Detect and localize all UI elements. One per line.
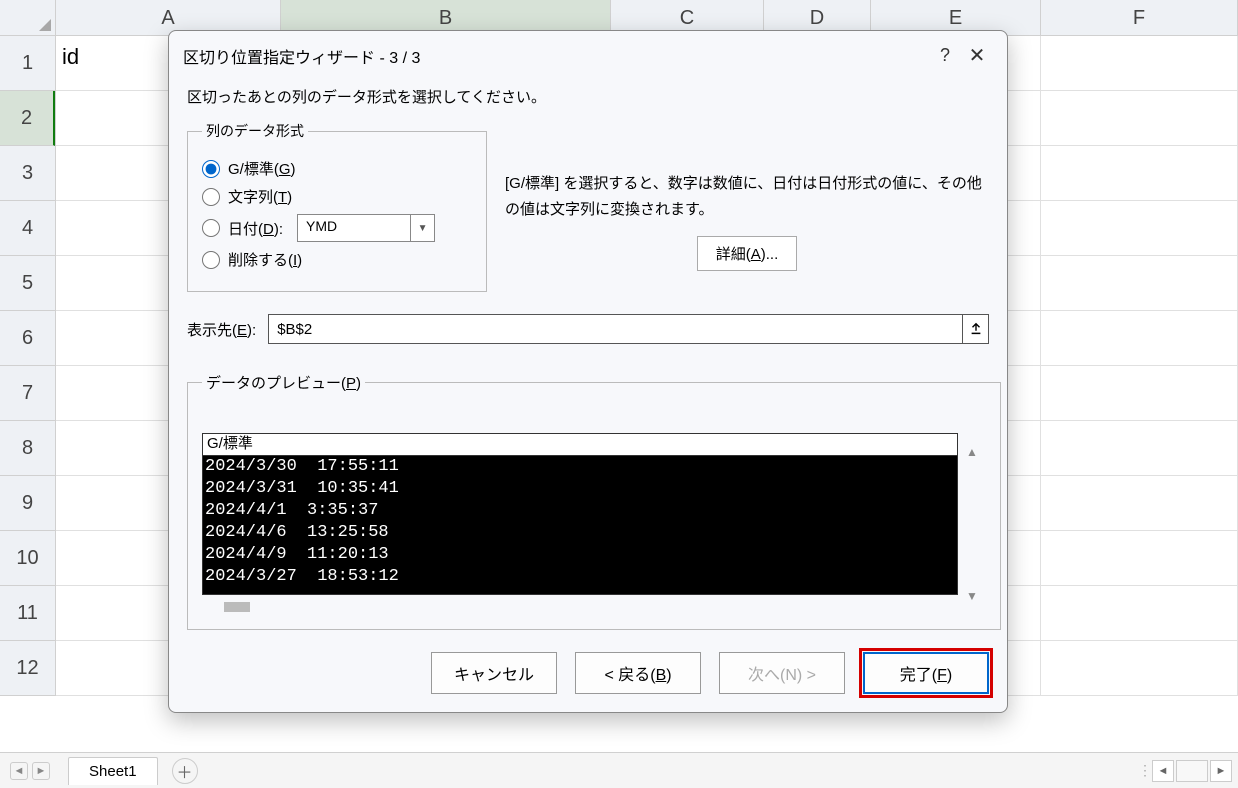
next-button: 次へ(N) >	[719, 652, 845, 694]
select-all-corner[interactable]	[0, 0, 56, 35]
plus-icon: ＋	[177, 759, 193, 783]
row-header-9[interactable]: 9	[0, 476, 55, 531]
preview-legend: データのプレビュー(P)	[202, 372, 365, 393]
chevron-down-icon[interactable]: ▼	[410, 215, 434, 241]
date-format-select[interactable]: YMD ▼	[297, 214, 435, 242]
format-hint-text: [G/標準] を選択すると、数字は数値に、日付は日付形式の値に、その他の値は文字…	[505, 171, 989, 222]
row-header-5[interactable]: 5	[0, 256, 55, 311]
radio-general[interactable]: G/標準(G)	[202, 158, 472, 179]
radio-text-label: 文字列(T)	[228, 186, 292, 207]
close-button[interactable]: ✕	[961, 43, 993, 68]
radio-date[interactable]: 日付(D): YMD ▼	[202, 214, 472, 242]
radio-date-label: 日付(D):	[228, 218, 283, 239]
radio-skip[interactable]: 削除する(I)	[202, 249, 472, 270]
destination-input[interactable]	[269, 315, 962, 343]
advanced-button[interactable]: 詳細(A)...	[697, 236, 798, 271]
destination-input-wrapper	[268, 314, 989, 344]
scroll-track[interactable]	[1176, 760, 1208, 782]
collapse-dialog-icon	[969, 322, 983, 336]
sheet-tab-1[interactable]: Sheet1	[68, 757, 158, 785]
dialog-titlebar[interactable]: 区切り位置指定ウィザード - 3 / 3 ? ✕	[169, 31, 1007, 80]
row-header-10[interactable]: 10	[0, 531, 55, 586]
range-picker-button[interactable]	[962, 315, 988, 343]
radio-general-input[interactable]	[202, 160, 220, 178]
scrollbar-grip-icon[interactable]: ⋮	[1138, 762, 1150, 779]
row-header-8[interactable]: 8	[0, 421, 55, 476]
scroll-down-icon[interactable]: ▼	[966, 589, 978, 603]
row-headers: 1 2 3 4 5 6 7 8 9 10 11 12	[0, 36, 56, 696]
radio-skip-label: 削除する(I)	[228, 249, 302, 270]
cell-F1[interactable]	[1041, 36, 1238, 90]
radio-general-label: G/標準(G)	[228, 158, 296, 179]
radio-date-input[interactable]	[202, 219, 220, 237]
scroll-up-icon[interactable]: ▲	[966, 445, 978, 459]
preview-h-thumb[interactable]	[224, 602, 250, 612]
scroll-left-button[interactable]: ◄	[1152, 760, 1174, 782]
scroll-right-button[interactable]: ►	[1210, 760, 1232, 782]
preview-h-scrollbar[interactable]	[202, 599, 958, 615]
row-header-11[interactable]: 11	[0, 586, 55, 641]
tab-nav-arrows[interactable]: ◄ ►	[0, 762, 60, 780]
radio-text-input[interactable]	[202, 188, 220, 206]
tab-next-icon[interactable]: ►	[32, 762, 50, 780]
preview-v-scrollbar[interactable]: ▲ ▼	[958, 433, 986, 615]
preview-column-header[interactable]: G/標準	[202, 433, 958, 455]
text-to-columns-wizard-dialog: 区切り位置指定ウィザード - 3 / 3 ? ✕ 区切ったあとの列のデータ形式を…	[168, 30, 1008, 713]
destination-label: 表示先(E):	[187, 319, 256, 340]
row-header-3[interactable]: 3	[0, 146, 55, 201]
dialog-title: 区切り位置指定ウィザード - 3 / 3	[183, 44, 929, 68]
radio-skip-input[interactable]	[202, 251, 220, 269]
format-legend: 列のデータ形式	[202, 121, 308, 141]
row-header-4[interactable]: 4	[0, 201, 55, 256]
row-header-1[interactable]: 1	[0, 36, 55, 91]
row-header-6[interactable]: 6	[0, 311, 55, 366]
col-header-F[interactable]: F	[1041, 0, 1238, 35]
radio-text[interactable]: 文字列(T)	[202, 186, 472, 207]
sheet-tabs-bar: ◄ ► Sheet1 ＋ ⋮ ◄ ►	[0, 752, 1238, 788]
row-header-7[interactable]: 7	[0, 366, 55, 421]
column-data-format-group: 列のデータ形式 G/標準(G) 文字列(T) 日付(D): YMD ▼	[187, 121, 487, 292]
horizontal-scrollbar[interactable]: ⋮ ◄ ►	[1138, 760, 1232, 782]
tab-prev-icon[interactable]: ◄	[10, 762, 28, 780]
data-preview-group: データのプレビュー(P) G/標準 2024/3/30 17:55:11 202…	[187, 372, 1001, 630]
date-format-value: YMD	[298, 215, 410, 241]
back-button[interactable]: < 戻る(B)	[575, 652, 701, 694]
cancel-button[interactable]: キャンセル	[431, 652, 557, 694]
finish-button[interactable]: 完了(F)	[863, 652, 989, 694]
add-sheet-button[interactable]: ＋	[172, 758, 198, 784]
dialog-instruction: 区切ったあとの列のデータ形式を選択してください。	[187, 86, 989, 107]
preview-data-box[interactable]: 2024/3/30 17:55:11 2024/3/31 10:35:41 20…	[202, 455, 958, 595]
row-header-2[interactable]: 2	[0, 91, 55, 146]
row-header-12[interactable]: 12	[0, 641, 55, 696]
help-button[interactable]: ?	[929, 45, 961, 66]
